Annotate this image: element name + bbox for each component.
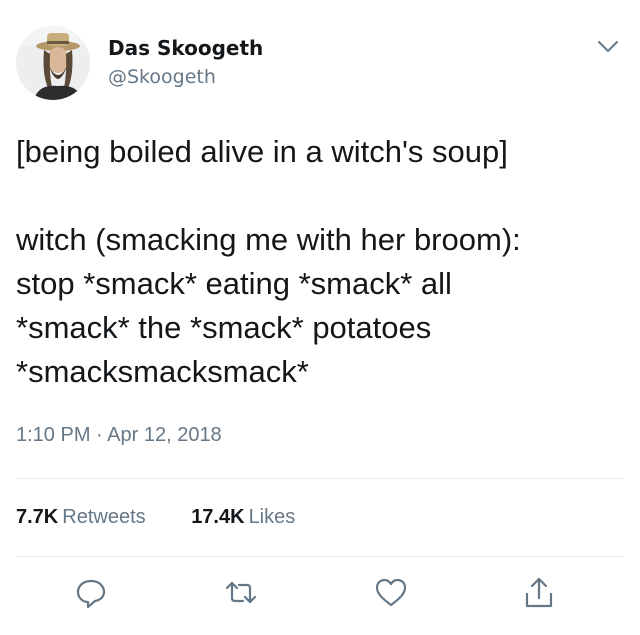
retweets-stat[interactable]: 7.7K Retweets [16, 506, 146, 529]
likes-stat[interactable]: 17.4K Likes [191, 506, 295, 529]
tweet-line: [being boiled alive in a witch's soup] [16, 134, 508, 169]
tweet-stats: 7.7K Retweets 17.4K Likes [16, 506, 335, 529]
tweet-card: Das Skoogeth @Skoogeth [being boiled ali… [0, 0, 640, 635]
divider [16, 478, 624, 479]
tweet-line: witch (smacking me with her broom): [16, 222, 521, 257]
chevron-down-icon[interactable] [597, 40, 619, 54]
action-bar [0, 576, 640, 616]
likes-count: 17.4K [191, 506, 245, 528]
divider [16, 556, 624, 557]
tweet-text: [being boiled alive in a witch's soup] w… [16, 130, 626, 394]
likes-label: Likes [248, 506, 296, 528]
user-handle[interactable]: @Skoogeth [108, 66, 216, 88]
tweet-timestamp[interactable]: 1:10 PM · Apr 12, 2018 [16, 424, 222, 447]
share-icon[interactable] [522, 576, 556, 610]
tweet-line: *smack* the *smack* potatoes [16, 310, 432, 345]
tweet-line: *smacksmacksmack* [16, 354, 309, 389]
retweets-count: 7.7K [16, 506, 59, 528]
reply-icon[interactable] [74, 576, 108, 610]
retweet-icon[interactable] [224, 576, 258, 610]
heart-icon[interactable] [374, 576, 408, 610]
display-name[interactable]: Das Skoogeth [108, 36, 263, 60]
avatar[interactable] [16, 26, 90, 100]
retweets-label: Retweets [62, 506, 146, 528]
tweet-line: stop *smack* eating *smack* all [16, 266, 452, 301]
